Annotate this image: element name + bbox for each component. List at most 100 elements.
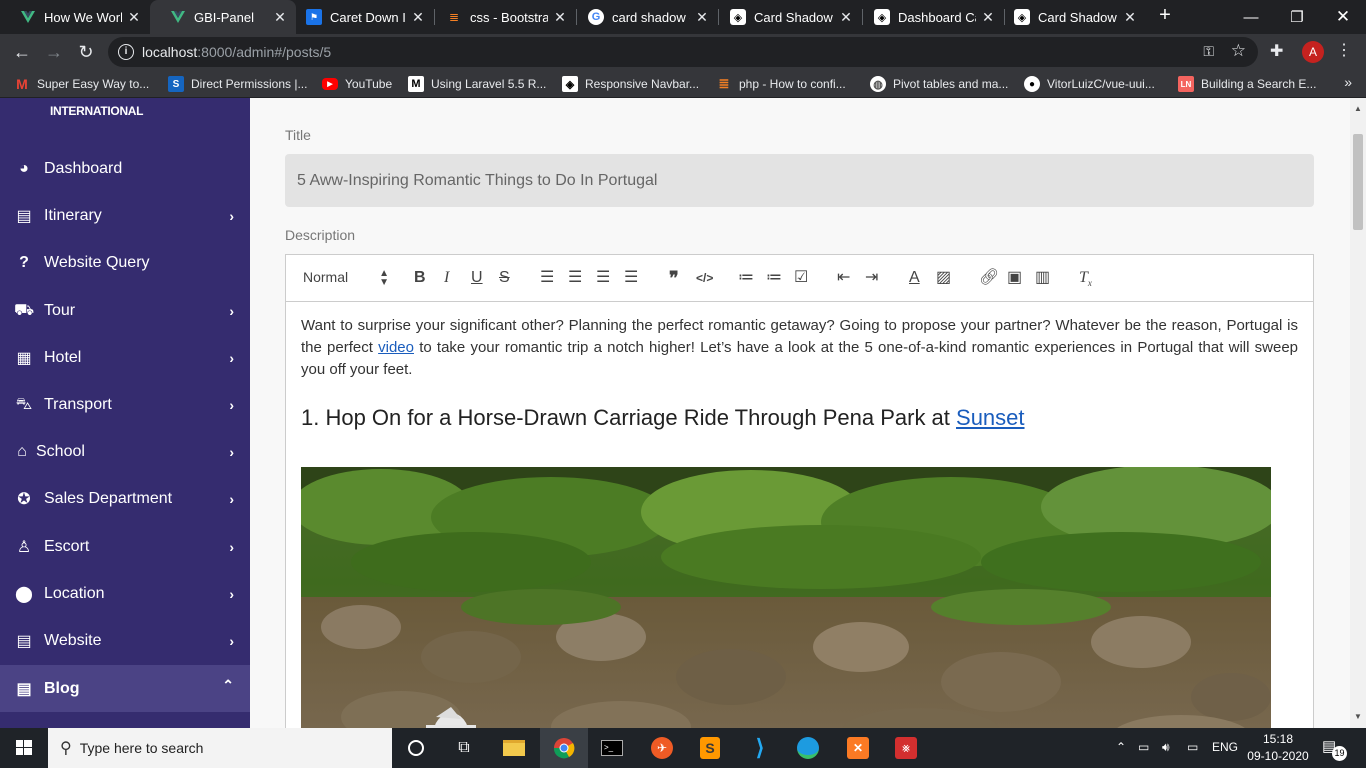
minimize-button[interactable]: — (1228, 0, 1274, 34)
bookmark-item[interactable]: M Super Easy Way to... (14, 75, 149, 93)
tab-card-shadow-1[interactable]: ◈ Card Shadow ✕ (720, 0, 862, 34)
profile-avatar[interactable]: A (1302, 41, 1324, 63)
scroll-up-icon[interactable]: ▲ (1354, 104, 1362, 113)
taskbar-vscode[interactable]: ⟩ (736, 728, 784, 768)
taskbar-xampp[interactable]: ✕ (834, 728, 882, 768)
ordered-list-icon[interactable]: ≔ (738, 268, 754, 288)
video-link[interactable]: video (378, 339, 414, 356)
sidebar-item-escort[interactable]: ♙ Escort › (0, 523, 250, 570)
image-icon[interactable]: ▣ (1007, 268, 1022, 288)
tab-how-we-work[interactable]: How We Work ✕ (0, 0, 150, 34)
sidebar-item-location[interactable]: ⬤ Location › (0, 570, 250, 617)
key-icon[interactable]: ⚿ (1203, 43, 1214, 60)
sunset-link[interactable]: Sunset (956, 405, 1025, 430)
code-block-icon[interactable]: </> (696, 268, 713, 288)
new-tab-button[interactable]: + (1154, 4, 1176, 30)
chevron-up-icon[interactable]: ⌃ (1116, 740, 1126, 754)
bookmark-item[interactable]: S Direct Permissions |... (168, 75, 307, 93)
page-scrollbar[interactable]: ▲ ▼ (1350, 98, 1366, 728)
bookmark-item[interactable]: ◍ Pivot tables and ma... (870, 75, 1008, 93)
sidebar-item-blog[interactable]: ▤ Blog ⌃ (0, 665, 250, 712)
bold-icon[interactable]: B (414, 268, 426, 288)
bookmark-item[interactable]: LN Building a Search E... (1178, 75, 1316, 93)
restore-button[interactable]: ❐ (1274, 0, 1320, 34)
cortana-button[interactable] (392, 728, 440, 768)
sidebar-item-website[interactable]: ▤ Website › (0, 617, 250, 664)
checklist-icon[interactable]: ☑ (794, 268, 808, 288)
taskbar-acrobat[interactable]: ⨳ (882, 728, 930, 768)
sidebar-item-transport[interactable]: ⛍ Transport › (0, 381, 250, 428)
volume-icon[interactable]: 🔊︎ (1162, 740, 1170, 755)
close-icon[interactable]: ✕ (838, 9, 854, 26)
sidebar-item-itinerary[interactable]: ▤ Itinerary › (0, 192, 250, 239)
close-window-button[interactable]: ✕ (1320, 0, 1366, 34)
task-view-button[interactable]: ⧉ (440, 728, 488, 768)
taskbar-file-explorer[interactable] (490, 728, 538, 768)
sidebar-item-hotel[interactable]: ▦ Hotel › (0, 334, 250, 381)
sidebar-item-school[interactable]: ⌂ School › (0, 428, 250, 475)
close-icon[interactable]: ✕ (552, 9, 568, 26)
close-icon[interactable]: ✕ (980, 9, 996, 26)
bookmark-item[interactable]: ▶ YouTube (322, 75, 392, 93)
taskbar-sublime[interactable]: S (686, 728, 734, 768)
clear-format-icon[interactable]: Tx (1079, 268, 1092, 288)
link-icon[interactable]: 🔗︎ (979, 268, 999, 288)
text-color-icon[interactable]: A (909, 268, 920, 288)
bullet-list-icon[interactable]: ≔ (766, 268, 782, 288)
rich-text-editor[interactable]: Normal ▲ ▼ B I U S ☰ ☰ ☰ ☰ ❞ </> ≔ ≔ ☑ ⇤ … (285, 254, 1314, 728)
blockquote-icon[interactable]: ❞ (669, 268, 679, 288)
bookmark-item[interactable]: M Using Laravel 5.5 R... (408, 75, 546, 93)
tab-card-shadow-2[interactable]: ◈ Card Shadow c ✕ (1006, 0, 1146, 34)
back-button[interactable]: ← (10, 40, 34, 64)
bookmark-item[interactable]: ● VitorLuizC/vue-uui... (1024, 75, 1155, 93)
close-icon[interactable]: ✕ (1122, 9, 1138, 26)
close-icon[interactable]: ✕ (410, 9, 426, 26)
video-icon[interactable]: ▥ (1035, 268, 1050, 288)
reload-button[interactable]: ↻ (74, 40, 98, 64)
align-left-icon[interactable]: ☰ (540, 268, 554, 288)
italic-icon[interactable]: I (444, 268, 449, 288)
notification-center-button[interactable]: ▤ 19 (1322, 737, 1347, 761)
info-icon[interactable]: i (118, 44, 134, 60)
battery-icon[interactable]: ▭ (1187, 740, 1198, 754)
forward-button[interactable]: → (42, 40, 66, 64)
close-icon[interactable]: ✕ (126, 9, 142, 26)
start-button[interactable] (0, 728, 48, 768)
close-icon[interactable]: ✕ (272, 9, 288, 26)
taskbar-postman[interactable]: ✈ (638, 728, 686, 768)
star-icon[interactable]: ☆ (1231, 41, 1246, 61)
chevron-right-icon[interactable]: » (1344, 74, 1352, 90)
outdent-icon[interactable]: ⇤ (837, 268, 850, 288)
taskbar-clock[interactable]: 15:18 09-10-2020 (1246, 731, 1310, 765)
tab-css-bootstrap[interactable]: ≣ css - Bootstrap ✕ (436, 0, 576, 34)
title-input[interactable] (285, 154, 1314, 207)
align-right-icon[interactable]: ☰ (596, 268, 610, 288)
taskbar-chrome[interactable] (540, 728, 588, 768)
taskbar-edge[interactable] (784, 728, 832, 768)
scrollbar-thumb[interactable] (1353, 134, 1363, 230)
network-icon[interactable]: ▭ (1138, 740, 1149, 754)
tab-card-shadow-google[interactable]: G card shadow c ✕ (578, 0, 718, 34)
background-color-icon[interactable]: ▨ (936, 268, 951, 288)
more-menu-icon[interactable]: ⋮ (1336, 40, 1352, 60)
align-justify-icon[interactable]: ☰ (624, 268, 638, 288)
sidebar-item-website-query[interactable]: ? Website Query (0, 239, 250, 286)
language-indicator[interactable]: ENG (1212, 740, 1238, 754)
taskbar-terminal[interactable]: >_ (588, 728, 636, 768)
bookmark-item[interactable]: ◈ Responsive Navbar... (562, 75, 699, 93)
underline-icon[interactable]: U (471, 268, 483, 288)
close-icon[interactable]: ✕ (694, 9, 710, 26)
bookmark-item[interactable]: ≣ php - How to confi... (716, 75, 846, 93)
url-text[interactable]: localhost:8000/admin#/posts/5 (142, 44, 331, 60)
sidebar-item-sales-department[interactable]: ✪ Sales Department › (0, 475, 250, 522)
scroll-down-icon[interactable]: ▼ (1354, 712, 1362, 721)
extensions-puzzle-icon[interactable]: ✚ (1270, 41, 1283, 61)
sidebar-item-dashboard[interactable]: ◕ Dashboard (0, 145, 250, 192)
align-center-icon[interactable]: ☰ (568, 268, 582, 288)
editor-content[interactable]: Want to surprise your significant other?… (301, 315, 1298, 728)
taskbar-search[interactable]: ⚲ Type here to search (48, 728, 392, 768)
address-bar[interactable]: i localhost:8000/admin#/posts/5 ⚿ ☆ (108, 37, 1258, 67)
tab-caret-down[interactable]: ⚑ Caret Down Ic ✕ (296, 0, 434, 34)
indent-icon[interactable]: ⇥ (865, 268, 878, 288)
sidebar-item-tour[interactable]: ⛟ Tour › (0, 287, 250, 334)
